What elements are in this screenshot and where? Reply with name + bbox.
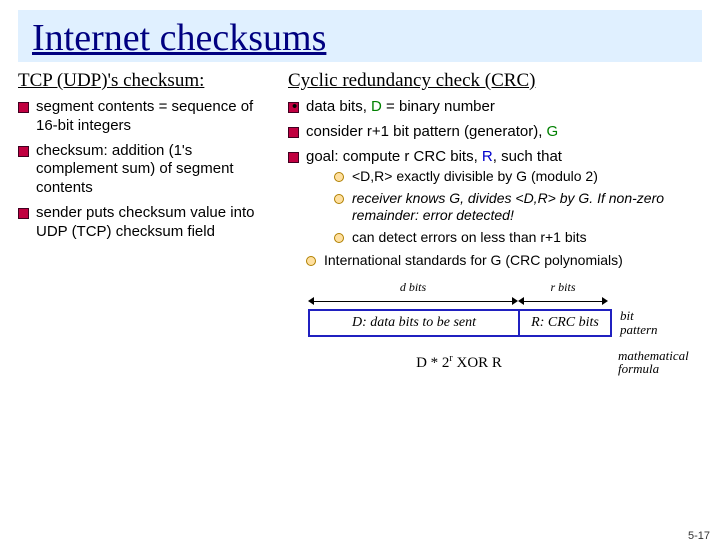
list-item: sender puts checksum value into UDP (TCP… [18,204,278,242]
var-r: R [482,148,493,165]
list-item: receiver knows G, divides <D,R> by G. If… [334,190,702,225]
right-column: Cyclic redundancy check (CRC) • data bit… [288,70,702,376]
text: consider r+1 bit pattern (generator), [306,123,547,140]
sub-list: <D,R> exactly divisible by G (modulo 2) … [306,168,702,246]
arrow-row [308,297,689,307]
list-item: • data bits, D = binary number [288,98,702,117]
var-d: D [371,98,382,115]
arrow-r [518,297,608,307]
text: , such that [493,148,562,165]
list-item: consider r+1 bit pattern (generator), G [288,123,702,142]
title-bar: Internet checksums [18,10,702,62]
bits-labels: d bits r bits [308,280,689,295]
content-columns: TCP (UDP)'s checksum: segment contents =… [0,70,720,376]
left-heading: TCP (UDP)'s checksum: [18,70,278,92]
text: data bits, [306,98,371,115]
crc-cell: R: CRC bits [520,311,610,335]
slide-title: Internet checksums [32,16,688,60]
page-number: 5-17 [688,530,710,542]
bit-pattern-label: bit pattern [620,309,658,336]
list-item: International standards for G (CRC polyn… [306,252,702,270]
list-item: checksum: addition (1's complement sum) … [18,142,278,198]
arrow-d [308,297,518,307]
right-heading: Cyclic redundancy check (CRC) [288,70,702,92]
crc-diagram: d bits r bits D: data bits to be sent R:… [288,280,702,376]
formula-row: D * 2r XOR R mathematical formula [308,349,689,376]
formula: D * 2r XOR R [308,353,610,372]
math-formula-label: mathematical formula [618,349,689,376]
text: = binary number [382,98,495,115]
standards-list: International standards for G (CRC polyn… [288,252,702,270]
packet-box: D: data bits to be sent R: CRC bits [308,309,612,337]
left-list: segment contents = sequence of 16-bit in… [18,98,278,241]
text: goal: compute r CRC bits, [306,148,482,165]
data-cell: D: data bits to be sent [310,311,520,335]
right-list: • data bits, D = binary number consider … [288,98,702,246]
var-g: G [547,123,559,140]
list-item: goal: compute r CRC bits, R, such that <… [288,148,702,247]
left-column: TCP (UDP)'s checksum: segment contents =… [18,70,278,376]
r-bits-label: r bits [518,280,608,295]
d-bits-label: d bits [308,280,518,295]
list-item: segment contents = sequence of 16-bit in… [18,98,278,136]
list-item: <D,R> exactly divisible by G (modulo 2) [334,168,702,186]
list-item: can detect errors on less than r+1 bits [334,229,702,247]
